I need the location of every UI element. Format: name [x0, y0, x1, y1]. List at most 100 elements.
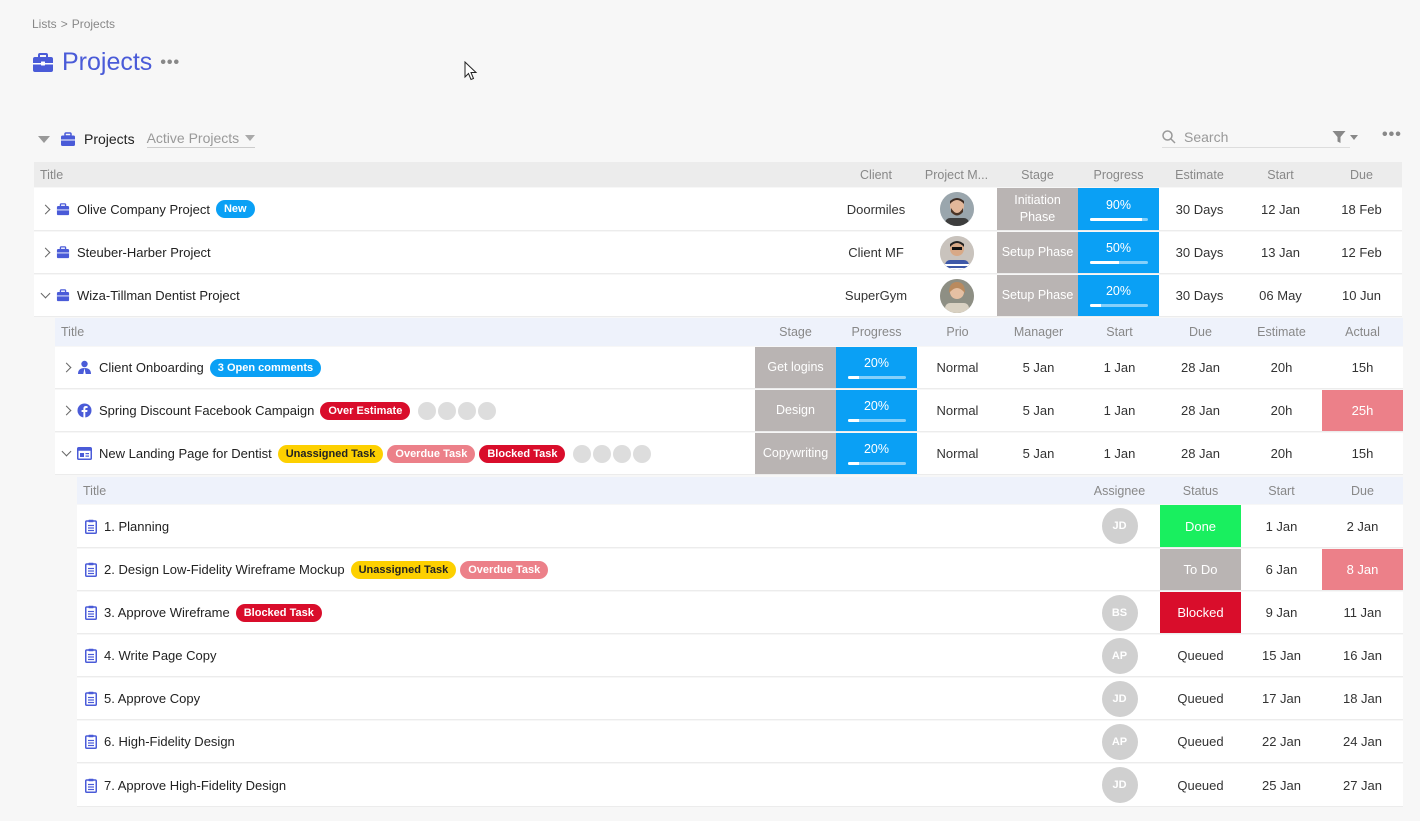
subitem-title[interactable]: Client Onboarding [99, 360, 204, 375]
avatar[interactable]: AP [1101, 723, 1138, 760]
expand-row-button[interactable] [55, 405, 77, 416]
status-cell[interactable]: Queued [1160, 678, 1241, 719]
progress-cell[interactable]: 50% [1078, 232, 1159, 273]
status-cell[interactable]: Queued [1160, 635, 1241, 676]
table-row[interactable]: 7. Approve High-Fidelity Design JD Queue… [77, 764, 1403, 807]
table-row[interactable]: 2. Design Low-Fidelity Wireframe Mockup … [77, 549, 1403, 591]
column-header-progress[interactable]: Progress [836, 318, 917, 346]
column-header-due[interactable]: Due [1321, 162, 1402, 187]
stage-cell[interactable]: Get logins [755, 347, 836, 388]
column-header-stage[interactable]: Stage [755, 318, 836, 346]
column-header-title[interactable]: Title [34, 162, 836, 187]
column-header-due[interactable]: Due [1322, 477, 1403, 504]
task-title[interactable]: 2. Design Low-Fidelity Wireframe Mockup [104, 562, 345, 577]
column-header-estimate[interactable]: Estimate [1241, 318, 1322, 346]
progress-cell[interactable]: 20% [836, 347, 917, 388]
avatar[interactable]: BS [1101, 594, 1138, 631]
table-row[interactable]: Olive Company Project New Doormiles Init… [34, 188, 1402, 231]
table-row[interactable]: Wiza-Tillman Dentist Project SuperGym Se… [34, 275, 1402, 317]
column-header-title[interactable]: Title [77, 477, 1079, 504]
table-row[interactable]: 5. Approve Copy JD Queued 17 Jan 18 Jan [77, 678, 1403, 720]
column-header-due[interactable]: Due [1160, 318, 1241, 346]
column-header-project-manager[interactable]: Project M... [916, 162, 997, 187]
search-input[interactable] [1182, 127, 1332, 146]
table-row[interactable]: 3. Approve Wireframe Blocked Task BS Blo… [77, 592, 1403, 634]
column-header-estimate[interactable]: Estimate [1159, 162, 1240, 187]
table-row[interactable]: New Landing Page for Dentist Unassigned … [55, 433, 1403, 475]
empty-avatar[interactable] [593, 444, 612, 463]
column-header-assignee[interactable]: Assignee [1079, 477, 1160, 504]
empty-avatar[interactable] [573, 444, 592, 463]
column-header-start[interactable]: Start [1241, 477, 1322, 504]
project-title[interactable]: Wiza-Tillman Dentist Project [77, 288, 240, 303]
expand-row-button[interactable] [34, 204, 56, 214]
empty-avatar[interactable] [478, 401, 497, 420]
expand-row-button[interactable] [34, 247, 56, 258]
avatar[interactable] [939, 235, 974, 270]
stage-cell[interactable]: Copywriting [755, 433, 836, 474]
open-comments-badge[interactable]: 3 Open comments [209, 358, 322, 377]
due-cell: 24 Jan [1342, 734, 1383, 749]
list-more-button[interactable]: ••• [1382, 126, 1402, 144]
task-title[interactable]: 7. Approve High-Fidelity Design [104, 778, 286, 793]
status-cell[interactable]: Queued [1160, 764, 1241, 806]
view-selector[interactable]: Active Projects [146, 130, 256, 148]
progress-cell[interactable]: 20% [836, 433, 917, 474]
project-title[interactable]: Steuber-Harber Project [77, 245, 211, 260]
column-header-title[interactable]: Title [55, 318, 755, 346]
collapse-row-button[interactable] [34, 288, 56, 299]
expand-row-button[interactable] [55, 362, 77, 373]
status-cell[interactable]: To Do [1160, 549, 1241, 590]
column-header-manager[interactable]: Manager [998, 318, 1079, 346]
status-cell[interactable]: Queued [1160, 721, 1241, 762]
empty-avatar[interactable] [438, 401, 457, 420]
status-cell[interactable]: Blocked [1160, 592, 1241, 633]
avatar[interactable]: AP [1101, 637, 1138, 674]
column-header-client[interactable]: Client [836, 162, 916, 187]
column-header-stage[interactable]: Stage [997, 162, 1078, 187]
empty-avatar[interactable] [633, 444, 652, 463]
avatar[interactable] [939, 192, 974, 226]
table-row[interactable]: 1. Planning JD Done 1 Jan 2 Jan [77, 505, 1403, 548]
collapse-list-icon[interactable] [38, 135, 50, 143]
page-more-button[interactable]: ••• [160, 54, 180, 72]
empty-avatar[interactable] [418, 401, 437, 420]
task-title[interactable]: 1. Planning [104, 519, 169, 534]
avatar[interactable]: JD [1101, 767, 1138, 803]
stage-cell[interactable]: Setup Phase [997, 232, 1078, 273]
table-row[interactable]: Spring Discount Facebook Campaign Over E… [55, 390, 1403, 432]
assignee-cell[interactable] [1079, 549, 1160, 590]
subitem-title[interactable]: New Landing Page for Dentist [99, 446, 272, 461]
breadcrumb-lists-link[interactable]: Lists [32, 17, 57, 31]
column-header-prio[interactable]: Prio [917, 318, 998, 346]
column-header-start[interactable]: Start [1079, 318, 1160, 346]
column-header-actual[interactable]: Actual [1322, 318, 1403, 346]
avatar[interactable]: JD [1101, 508, 1138, 544]
avatar[interactable]: JD [1101, 680, 1138, 717]
task-title[interactable]: 4. Write Page Copy [104, 648, 216, 663]
column-header-progress[interactable]: Progress [1078, 162, 1159, 187]
task-title[interactable]: 6. High-Fidelity Design [104, 734, 235, 749]
task-title[interactable]: 3. Approve Wireframe [104, 605, 230, 620]
collapse-row-button[interactable] [55, 446, 77, 457]
status-cell[interactable]: Done [1160, 505, 1241, 547]
table-row[interactable]: 6. High-Fidelity Design AP Queued 22 Jan… [77, 721, 1403, 763]
progress-cell[interactable]: 90% [1078, 188, 1159, 230]
column-header-start[interactable]: Start [1240, 162, 1321, 187]
progress-cell[interactable]: 20% [1078, 275, 1159, 316]
project-title[interactable]: Olive Company Project [77, 202, 210, 217]
empty-avatar[interactable] [613, 444, 632, 463]
stage-cell[interactable]: Setup Phase [997, 275, 1078, 316]
stage-cell[interactable]: Design [755, 390, 836, 431]
avatar[interactable] [939, 278, 974, 313]
empty-avatar[interactable] [458, 401, 477, 420]
table-row[interactable]: Steuber-Harber Project Client MF Setup P… [34, 232, 1402, 274]
table-row[interactable]: 4. Write Page Copy AP Queued 15 Jan 16 J… [77, 635, 1403, 677]
progress-cell[interactable]: 20% [836, 390, 917, 431]
column-header-status[interactable]: Status [1160, 477, 1241, 504]
stage-cell[interactable]: Initiation Phase [997, 188, 1078, 230]
table-row[interactable]: Client Onboarding 3 Open comments Get lo… [55, 347, 1403, 389]
subitem-title[interactable]: Spring Discount Facebook Campaign [99, 403, 314, 418]
task-title[interactable]: 5. Approve Copy [104, 691, 200, 706]
filter-button[interactable] [1332, 130, 1358, 144]
